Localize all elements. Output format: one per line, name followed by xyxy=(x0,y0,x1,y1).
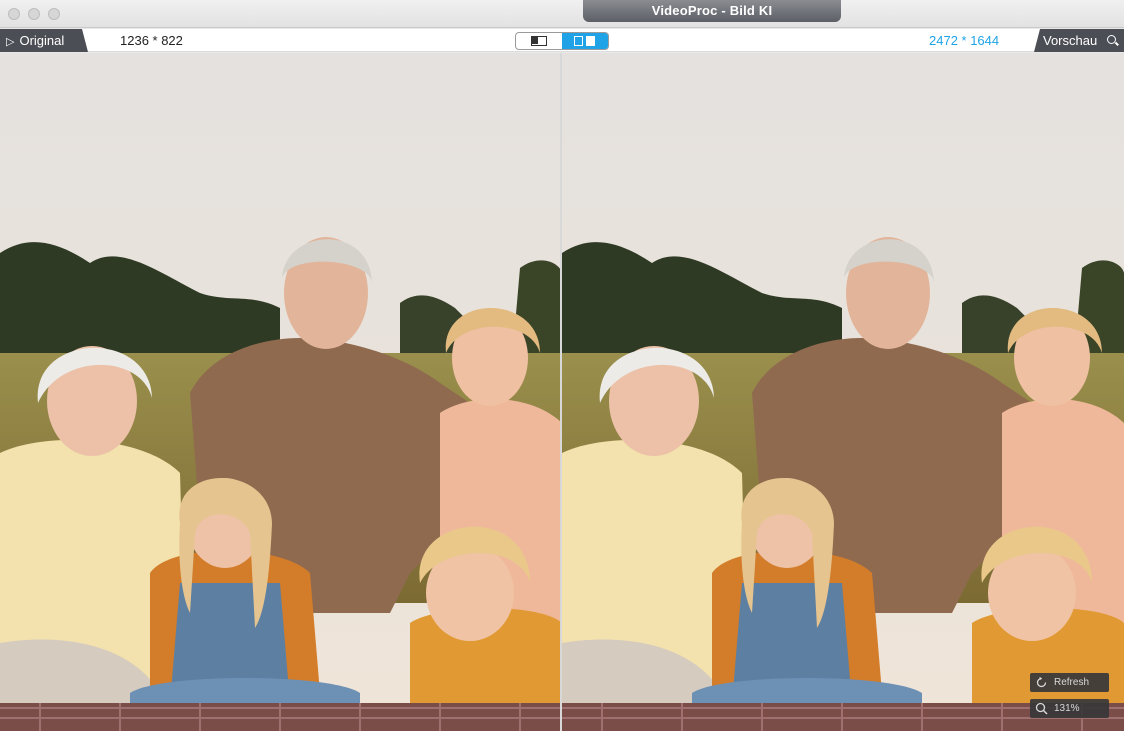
original-image-pane[interactable] xyxy=(0,53,560,731)
app-window: VideoProc - Bild KI ▷ Original 1236 * 822… xyxy=(0,0,1124,731)
original-tab[interactable]: ▷ Original xyxy=(0,29,88,52)
view-mode-toggle xyxy=(515,32,609,50)
split-view-icon xyxy=(574,36,596,46)
search-icon xyxy=(1107,35,1116,44)
minimize-window-button[interactable] xyxy=(28,8,40,20)
family-photo-upscaled xyxy=(562,53,1124,731)
refresh-icon xyxy=(1036,676,1047,688)
original-resolution: 1236 * 822 xyxy=(120,33,183,48)
single-view-button[interactable] xyxy=(516,33,563,49)
preview-image-pane[interactable] xyxy=(562,53,1124,731)
window-title: VideoProc - Bild KI xyxy=(583,0,841,22)
zoom-level-button[interactable]: 131% xyxy=(1030,699,1109,718)
original-label: Original xyxy=(19,33,65,48)
play-triangle-icon: ▷ xyxy=(6,36,15,48)
title-bar: VideoProc - Bild KI xyxy=(0,0,1124,28)
single-view-icon xyxy=(531,36,547,46)
close-window-button[interactable] xyxy=(8,8,20,20)
preview-tab[interactable]: Vorschau xyxy=(1034,29,1124,52)
family-photo-original xyxy=(0,53,560,731)
preview-label: Vorschau xyxy=(1043,33,1098,48)
compare-toolbar: ▷ Original 1236 * 822 2472 * 1644 Vorscha… xyxy=(0,29,1124,52)
zoom-level-label: 131% xyxy=(1054,703,1080,714)
upscaled-resolution: 2472 * 1644 xyxy=(929,33,1000,48)
split-view-button[interactable] xyxy=(562,33,608,49)
refresh-button[interactable]: Refresh xyxy=(1030,673,1109,692)
refresh-label: Refresh xyxy=(1054,677,1090,688)
zoom-icon xyxy=(1035,702,1048,715)
zoom-window-button[interactable] xyxy=(48,8,60,20)
